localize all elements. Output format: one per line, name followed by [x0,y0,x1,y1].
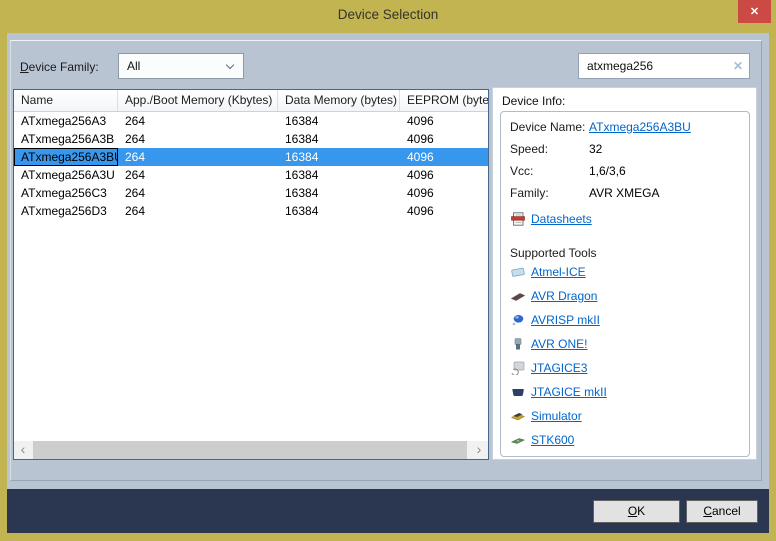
table-row[interactable]: ATxmega256A3B 264 16384 4096 [14,130,488,148]
close-icon: ✕ [750,6,759,18]
scroll-left-icon[interactable]: ‹ [14,441,32,459]
avr-dragon-icon [510,289,526,303]
family-value: AVR XMEGA [589,186,659,200]
tool-item: AVR Dragon [510,284,749,308]
titlebar[interactable]: Device Selection ✕ [0,0,776,33]
cell-data-memory: 16384 [278,184,400,202]
tool-item: AVR ONE! [510,332,749,356]
cell-app-boot: 264 [118,148,278,166]
window-title: Device Selection [0,0,776,30]
supported-tools-title: Supported Tools [510,246,749,260]
cell-name: ATxmega256A3U [14,166,118,184]
tool-item: JTAGICE mkII [510,380,749,404]
tool-link[interactable]: AVRISP mkII [531,313,600,327]
footer-bar: OK Cancel [7,489,769,533]
avrisp-mkii-icon [510,313,526,327]
tool-item: AVRISP mkII [510,308,749,332]
family-label: Family: [510,186,589,200]
tool-link[interactable]: Simulator [531,409,582,423]
table-row[interactable]: ATxmega256A3U 264 16384 4096 [14,166,488,184]
vcc-field: Vcc: 1,6/3,6 [510,164,749,186]
cell-app-boot: 264 [118,112,278,130]
cell-app-boot: 264 [118,130,278,148]
cell-eeprom: 4096 [400,166,488,184]
column-header-name[interactable]: Name [14,90,118,111]
column-header-app-boot-memory[interactable]: App./Boot Memory (Kbytes) [118,90,278,111]
vcc-value: 1,6/3,6 [589,164,626,178]
cell-name: ATxmega256D3 [14,202,118,220]
tool-link[interactable]: STK600 [531,433,574,447]
column-header-data-memory[interactable]: Data Memory (bytes) [278,90,400,111]
atmel-ice-icon [510,265,526,279]
clear-search-icon[interactable]: ✕ [733,59,743,73]
tool-link[interactable]: AVR ONE! [531,337,587,351]
cell-data-memory: 16384 [278,130,400,148]
jtagice3-icon [510,361,526,375]
cell-data-memory: 16384 [278,112,400,130]
column-header-eeprom[interactable]: EEPROM (bytes) [400,90,488,111]
datasheets-link[interactable]: Datasheets [531,212,592,226]
cell-eeprom: 4096 [400,112,488,130]
search-box: ✕ [578,53,750,79]
device-info-title: Device Info: [502,94,756,108]
tool-item: Atmel-ICE [510,260,749,284]
cell-eeprom: 4096 [400,130,488,148]
tool-link[interactable]: JTAGICE3 [531,361,587,375]
tool-link[interactable]: AVR Dragon [531,289,597,303]
family-field: Family: AVR XMEGA [510,186,749,208]
cell-app-boot: 264 [118,202,278,220]
pdf-icon [510,212,526,226]
avr-one-icon [510,337,526,351]
cell-data-memory: 16384 [278,148,400,166]
device-family-select[interactable]: All [118,53,244,79]
device-name-field: Device Name: ATxmega256A3BU [510,120,749,142]
cell-data-memory: 16384 [278,166,400,184]
device-name-label: Device Name: [510,120,589,134]
speed-label: Speed: [510,142,589,156]
cell-name: ATxmega256A3 [14,112,118,130]
cell-app-boot: 264 [118,166,278,184]
tool-item: Simulator [510,404,749,428]
device-family-label: Device Family: [20,60,99,74]
device-info-box: Device Name: ATxmega256A3BU Speed: 32 Vc… [500,111,750,457]
datasheets-row: Datasheets [510,210,749,228]
cell-name: ATxmega256A3BU [14,148,118,166]
tool-link[interactable]: Atmel-ICE [531,265,586,279]
speed-field: Speed: 32 [510,142,749,164]
scrollbar-thumb[interactable] [33,441,467,459]
close-button[interactable]: ✕ [738,0,771,23]
table-row-selected[interactable]: ATxmega256A3BU 264 16384 4096 [14,148,488,166]
device-name-link[interactable]: ATxmega256A3BU [589,120,691,134]
cancel-button[interactable]: Cancel [686,500,758,523]
vcc-label: Vcc: [510,164,589,178]
simulator-icon [510,409,526,423]
dialog-body: Device Family: All ✕ Name App./Boot Memo… [7,33,769,489]
table-header: Name App./Boot Memory (Kbytes) Data Memo… [14,90,488,112]
jtagice-mkii-icon [510,385,526,399]
cell-eeprom: 4096 [400,202,488,220]
table-row[interactable]: ATxmega256D3 264 16384 4096 [14,202,488,220]
cell-eeprom: 4096 [400,184,488,202]
cell-name: ATxmega256A3B [14,130,118,148]
cell-eeprom: 4096 [400,148,488,166]
tool-link[interactable]: JTAGICE mkII [531,385,607,399]
cell-name: ATxmega256C3 [14,184,118,202]
scroll-right-icon[interactable]: › [470,441,488,459]
horizontal-scrollbar[interactable]: ‹ › [14,441,488,459]
chevron-down-icon [226,61,234,69]
ok-button[interactable]: OK [593,500,680,523]
device-family-value: All [127,59,140,73]
search-input[interactable] [579,54,725,78]
tool-item: JTAGICE3 [510,356,749,380]
table-row[interactable]: ATxmega256A3 264 16384 4096 [14,112,488,130]
stk600-icon [510,433,526,447]
speed-value: 32 [589,142,602,156]
device-info-panel: Device Info: Device Name: ATxmega256A3BU… [492,87,757,460]
table-row[interactable]: ATxmega256C3 264 16384 4096 [14,184,488,202]
cell-app-boot: 264 [118,184,278,202]
device-table: Name App./Boot Memory (Kbytes) Data Memo… [13,89,489,460]
device-selection-dialog: Device Selection ✕ Device Family: All ✕ … [0,0,776,541]
cell-data-memory: 16384 [278,202,400,220]
tool-item: STK600 [510,428,749,452]
